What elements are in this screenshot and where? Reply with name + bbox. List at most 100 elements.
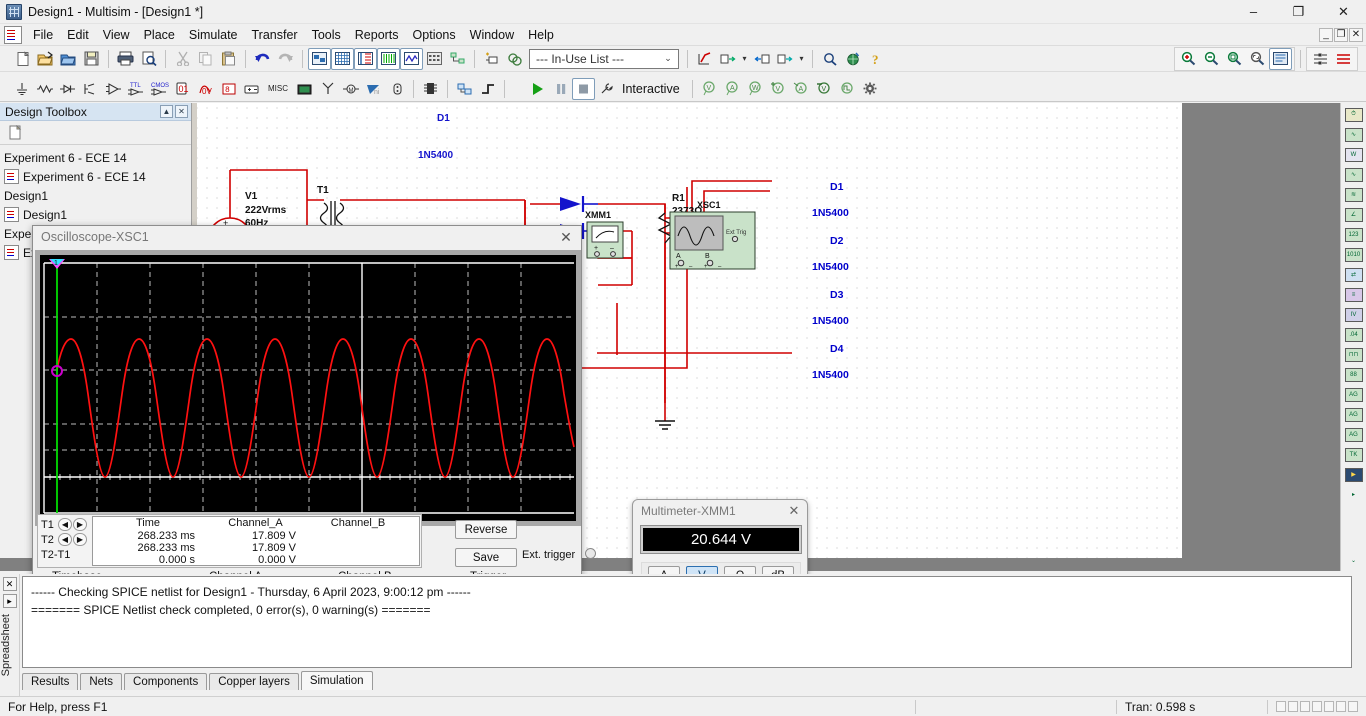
paste-icon[interactable]	[217, 48, 240, 70]
menu-simulate[interactable]: Simulate	[182, 26, 245, 44]
transistor-icon[interactable]	[79, 78, 102, 100]
oscilloscope-screen[interactable]: 1	[40, 255, 576, 532]
power-icon[interactable]	[240, 78, 263, 100]
circuit-view-icon[interactable]	[377, 47, 400, 70]
menu-window[interactable]: Window	[463, 26, 521, 44]
distortion-analyzer-icon[interactable]: .04	[1343, 325, 1365, 344]
zoom-out-icon[interactable]	[1200, 48, 1223, 70]
menu-help[interactable]: Help	[521, 26, 561, 44]
help-icon[interactable]: ?	[864, 48, 887, 70]
print-icon[interactable]	[114, 48, 137, 70]
hierarchical-block-icon[interactable]	[453, 78, 476, 100]
logic-analyzer-icon[interactable]: ≡	[1343, 285, 1365, 304]
hierarchy-block-icon[interactable]	[503, 48, 526, 70]
word-generator-icon[interactable]: 1010	[1343, 245, 1365, 264]
advanced-peripherals-icon[interactable]	[293, 78, 316, 100]
indicator-icon[interactable]: 8	[217, 78, 240, 100]
export-pcb-dropdown-icon[interactable]: ▾	[739, 48, 750, 70]
menu-view[interactable]: View	[96, 26, 137, 44]
mcu-icon[interactable]	[419, 78, 442, 100]
mdi-minimize-button[interactable]: _	[1319, 27, 1333, 42]
power-probe-icon[interactable]: W	[744, 78, 767, 100]
postprocessor-icon[interactable]	[423, 48, 446, 70]
backward-annotate-dropdown-icon[interactable]: ▾	[796, 48, 807, 70]
close-button[interactable]: ✕	[1321, 0, 1366, 24]
cursor-t1-left-button[interactable]: ◀	[58, 518, 72, 531]
new-file-icon[interactable]	[11, 48, 34, 70]
menu-edit[interactable]: Edit	[60, 26, 96, 44]
backward-annotate-icon[interactable]	[773, 48, 796, 70]
diode-icon[interactable]	[56, 78, 79, 100]
maximize-button[interactable]: ❐	[1276, 0, 1321, 24]
bus-place-icon[interactable]	[476, 78, 499, 100]
analog-icon[interactable]	[102, 78, 125, 100]
graph-view-icon[interactable]	[400, 47, 423, 70]
oscilloscope-icon[interactable]: ∿	[1343, 165, 1365, 184]
function-generator-icon[interactable]: ∿	[1343, 125, 1365, 144]
voltage-probe-icon[interactable]: V	[698, 78, 721, 100]
menu-options[interactable]: Options	[406, 26, 463, 44]
digital-probe-icon[interactable]	[836, 78, 859, 100]
find-icon[interactable]	[818, 48, 841, 70]
zoom-area-icon[interactable]	[1223, 48, 1246, 70]
spreadsheet-close-button[interactable]: ✕	[2, 577, 17, 591]
print-preview-icon[interactable]	[137, 48, 160, 70]
spreadsheet-tab-components[interactable]: Components	[124, 673, 208, 690]
tree-group-0[interactable]: Experiment 6 - ECE 14	[4, 148, 191, 167]
cut-icon[interactable]	[171, 48, 194, 70]
mdi-restore-button[interactable]: ❐	[1334, 27, 1348, 42]
source-icon[interactable]	[10, 78, 33, 100]
spreadsheet-tab-copper-layers[interactable]: Copper layers	[209, 673, 299, 690]
spreadsheet-expand-button[interactable]: ▸	[2, 594, 17, 608]
design-toolbox-close-button[interactable]: ✕	[175, 105, 188, 118]
reference-voltage-probe-icon[interactable]: V	[813, 78, 836, 100]
network-analyzer-icon[interactable]: 88	[1343, 365, 1365, 384]
wrench-icon[interactable]	[595, 78, 618, 100]
current-probe-palette-icon[interactable]: ▸	[1343, 485, 1365, 504]
agilent-oscilloscope-icon[interactable]: AG	[1343, 425, 1365, 444]
ni-components-icon[interactable]: ni	[362, 78, 385, 100]
menu-tools[interactable]: Tools	[305, 26, 348, 44]
spreadsheet-tab-nets[interactable]: Nets	[80, 673, 123, 690]
bode-plotter-icon[interactable]: ∠	[1343, 205, 1365, 224]
export-pcb-icon[interactable]	[716, 48, 739, 70]
zoom-fit-icon[interactable]	[1246, 48, 1269, 70]
cmos-icon[interactable]: CMOS	[148, 78, 171, 100]
iv-analyzer-icon[interactable]: IV	[1343, 305, 1365, 324]
tree-item-1[interactable]: Design1	[4, 205, 191, 224]
menu-reports[interactable]: Reports	[348, 26, 406, 44]
current-probe-icon[interactable]: A	[721, 78, 744, 100]
save-button[interactable]: Save	[455, 548, 517, 567]
misc-digital-icon[interactable]: 01	[171, 78, 194, 100]
erc-icon[interactable]	[693, 48, 716, 70]
spreadsheet-view-icon[interactable]	[354, 47, 377, 70]
multimeter-close-button[interactable]: ✕	[781, 500, 807, 522]
cursor-t1-right-button[interactable]: ▶	[73, 518, 87, 531]
ttl-icon[interactable]: TTL	[125, 78, 148, 100]
menu-file[interactable]: File	[26, 26, 60, 44]
mdi-close-button[interactable]: ✕	[1349, 27, 1363, 42]
labview-instruments-icon[interactable]: ▶	[1343, 465, 1365, 484]
minimize-button[interactable]: –	[1231, 0, 1276, 24]
bus-icon[interactable]	[1309, 48, 1332, 70]
forward-annotate-icon[interactable]	[750, 48, 773, 70]
rf-icon[interactable]	[316, 78, 339, 100]
new-sheet-icon[interactable]	[3, 122, 26, 144]
full-screen-icon[interactable]	[308, 47, 331, 70]
save-icon[interactable]	[80, 48, 103, 70]
run-icon[interactable]	[526, 78, 549, 100]
open-file-icon[interactable]	[34, 48, 57, 70]
hierarchy-icon[interactable]	[446, 48, 469, 70]
frequency-counter-icon[interactable]: 123	[1343, 225, 1365, 244]
spreadsheet-tab-simulation[interactable]: Simulation	[300, 671, 373, 690]
electromechanical-icon[interactable]: M	[339, 78, 362, 100]
pause-icon[interactable]	[549, 78, 572, 100]
stop-icon[interactable]	[572, 77, 595, 100]
tree-group-1[interactable]: Design1	[4, 186, 191, 205]
probe-settings-icon[interactable]	[859, 78, 882, 100]
basic-icon[interactable]	[33, 78, 56, 100]
agilent-function-gen-icon[interactable]: AG	[1343, 385, 1365, 404]
tektronix-oscilloscope-icon[interactable]: TK	[1343, 445, 1365, 464]
spreadsheet-tab-results[interactable]: Results	[22, 673, 79, 690]
differential-voltage-probe-icon[interactable]: V	[767, 78, 790, 100]
